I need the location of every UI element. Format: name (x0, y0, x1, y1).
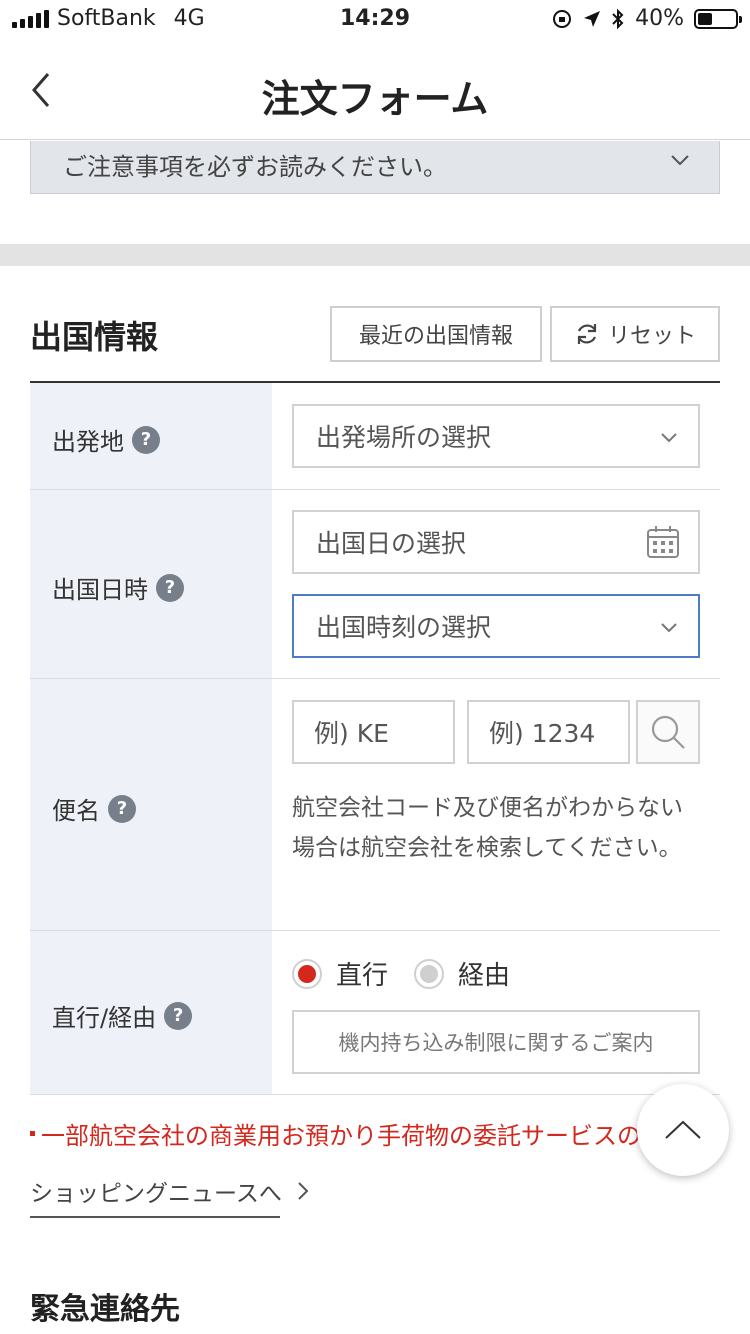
help-question-icon[interactable]: ? (156, 573, 184, 602)
departure-place-label-text: 出発地 (52, 428, 124, 456)
airline-search-button[interactable] (636, 700, 700, 764)
chevron-down-icon (661, 623, 677, 633)
flight-number-input[interactable]: 例) 1234 (467, 700, 630, 764)
airline-code-input[interactable]: 例) KE (292, 700, 455, 764)
carry-on-info-label: 機内持ち込み制限に関するご案内 (338, 1031, 654, 1055)
status-bar: SoftBank 4G 14:29 40% (0, 0, 750, 40)
page-title: 注文フォーム (261, 77, 489, 121)
row-divider (30, 489, 720, 490)
carry-on-info-button[interactable]: 機内持ち込み制限に関するご案内 (292, 1010, 700, 1074)
departure-datetime-label: 出国日時 ? (52, 570, 184, 605)
help-question-icon[interactable]: ? (108, 794, 136, 823)
bullet-icon (30, 1131, 35, 1136)
bluetooth-icon (612, 8, 624, 29)
departure-place-label: 出発地 ? (52, 422, 160, 457)
service-alert-text: 一部航空会社の商業用お預かり手荷物の委託サービスの中止 (41, 1122, 689, 1150)
chevron-down-icon (661, 433, 677, 443)
battery-fill (698, 12, 713, 25)
shopping-news-link[interactable]: ショッピングニュースへ (30, 1174, 310, 1208)
battery-percent: 40% (635, 6, 684, 31)
flight-help-text: 航空会社コード及び便名がわからない場合は航空会社を検索してください。 (292, 795, 683, 861)
airline-code-placeholder: 例) KE (314, 719, 389, 748)
chevron-right-icon (298, 1182, 309, 1200)
refresh-icon (577, 324, 597, 344)
chevron-down-icon (671, 155, 689, 166)
departure-time-select[interactable]: 出国時刻の選択 (292, 594, 700, 658)
radio-via-indicator (414, 958, 444, 989)
scroll-to-top-button[interactable] (637, 1084, 729, 1176)
notice-text: ご注意事項を必ずお読みください。 (63, 153, 447, 181)
calendar-icon (647, 526, 679, 558)
departure-date-placeholder: 出国日の選択 (316, 529, 467, 558)
radio-via[interactable]: 経由 (414, 955, 510, 992)
radio-direct-indicator (292, 958, 322, 989)
service-alert-link[interactable]: 一部航空会社の商業用お預かり手荷物の委託サービスの中止 (30, 1116, 689, 1151)
flight-label: 便名 ? (52, 791, 136, 826)
route-label: 直行/経由 ? (52, 998, 193, 1033)
rotation-lock-icon (553, 9, 572, 28)
location-icon (584, 10, 601, 27)
departure-place-placeholder: 出発場所の選択 (316, 423, 492, 452)
departure-place-select[interactable]: 出発場所の選択 (292, 404, 700, 468)
search-icon (651, 715, 685, 749)
shopping-news-underline (30, 1216, 280, 1218)
notice-accordion[interactable]: ご注意事項を必ずお読みください。 (30, 141, 720, 194)
help-question-icon[interactable]: ? (164, 1001, 193, 1030)
shopping-news-label: ショッピングニュースへ (30, 1181, 282, 1207)
reset-label: リセット (607, 324, 696, 349)
recent-departure-label: 最近の出国情報 (358, 324, 513, 349)
radio-via-label: 経由 (458, 961, 511, 991)
section-divider (0, 244, 750, 266)
row-divider (30, 678, 720, 679)
route-label-text: 直行/経由 (52, 1004, 157, 1032)
section-title: 出国情報 (30, 318, 159, 356)
radio-direct-label: 直行 (336, 961, 389, 991)
recent-departure-button[interactable]: 最近の出国情報 (330, 306, 542, 362)
departure-time-placeholder: 出国時刻の選択 (316, 613, 492, 642)
flight-label-text: 便名 (52, 797, 100, 825)
departure-date-input[interactable]: 出国日の選択 (292, 510, 700, 574)
flight-number-placeholder: 例) 1234 (489, 719, 596, 748)
battery-icon (694, 8, 742, 29)
emergency-contact-title: 緊急連絡先 (30, 1292, 180, 1327)
nav-bar: 注文フォーム (0, 40, 750, 140)
row-divider (30, 1094, 720, 1095)
row-divider (30, 930, 720, 931)
reset-button[interactable]: リセット (550, 306, 720, 362)
help-question-icon[interactable]: ? (132, 425, 160, 454)
departure-datetime-label-text: 出国日時 (52, 576, 148, 604)
chevron-up-icon (665, 1120, 701, 1139)
radio-direct[interactable]: 直行 (292, 955, 388, 992)
